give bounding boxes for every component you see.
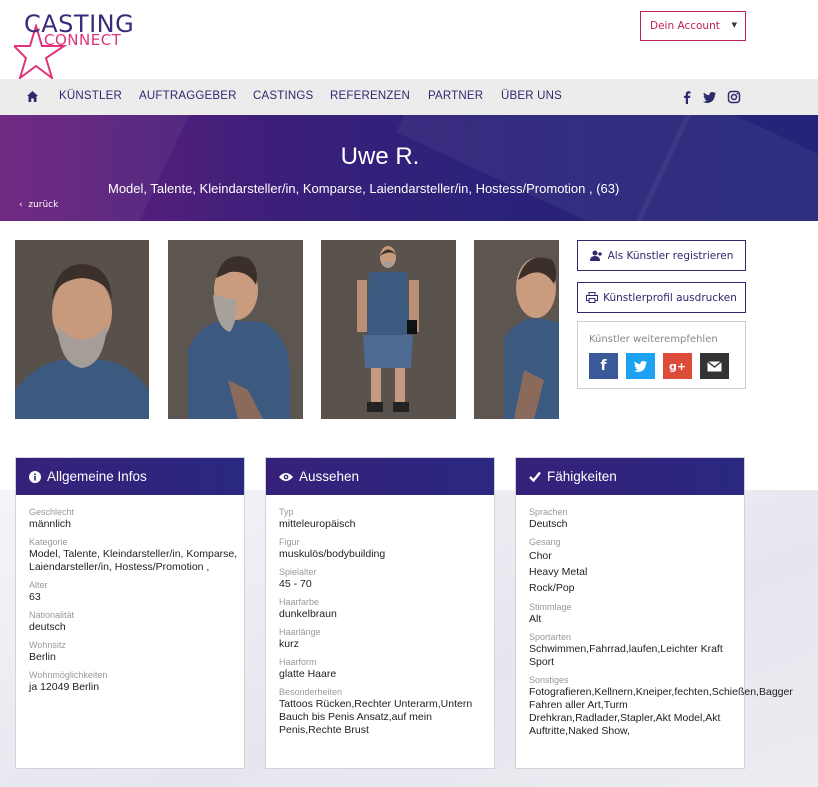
account-dropdown[interactable]: Dein Account ▼	[640, 11, 746, 41]
checkmark-icon	[529, 471, 541, 482]
field-label: Geschlecht	[29, 507, 75, 517]
main-nav: KÜNSTLER AUFTRAGGEBER CASTINGS REFERENZE…	[0, 79, 818, 115]
field-hair-color: dunkelbraun	[279, 608, 337, 620]
field-label: Nationalität	[29, 610, 75, 620]
nav-item-ueber-uns[interactable]: ÜBER UNS	[501, 90, 562, 102]
field-label: Sportarten	[529, 632, 572, 642]
recommend-label: Künstler weiterempfehlen	[589, 334, 718, 345]
field-label: Spielalter	[279, 567, 317, 577]
back-label: zurück	[28, 200, 59, 210]
print-profile-button[interactable]: Künstlerprofil ausdrucken	[577, 282, 746, 313]
field-voice: Alt	[529, 613, 542, 625]
field-label: Haarlänge	[279, 627, 321, 637]
field-special-features: Tattoos Rücken,Rechter Unterarm,Untern B…	[279, 698, 473, 736]
artist-name: Uwe R.	[340, 143, 420, 170]
back-link[interactable]: ‹ zurück	[19, 200, 58, 210]
field-label: Alter	[29, 580, 48, 590]
field-label: Besonderheiten	[279, 687, 343, 697]
field-label: Haarfarbe	[279, 597, 320, 607]
card-general-info-header: Allgemeine Infos	[16, 458, 244, 495]
field-label: Stimmlage	[529, 602, 572, 612]
nav-item-referenzen[interactable]: REFERENZEN	[330, 90, 410, 102]
share-facebook-icon[interactable]: f	[589, 353, 618, 379]
field-label: Figur	[279, 537, 300, 547]
twitter-icon[interactable]	[703, 90, 717, 104]
field-gender: männlich	[29, 518, 72, 530]
artist-photo-profile[interactable]	[168, 240, 303, 419]
card-appearance-header: Aussehen	[266, 458, 494, 495]
home-icon[interactable]	[26, 90, 39, 103]
field-label: Typ	[279, 507, 294, 517]
field-hair-form: glatte Haare	[279, 668, 337, 680]
register-artist-button[interactable]: Als Künstler registrieren	[577, 240, 746, 271]
logo-text-connect: CONNECT	[44, 31, 122, 49]
eye-icon	[279, 472, 293, 481]
card-skills: Fähigkeiten Sprachen Deutsch Gesang Chor…	[515, 457, 793, 769]
field-label: Wohnsitz	[29, 640, 66, 650]
artist-photo-portrait[interactable]	[15, 240, 149, 419]
field-figure: muskulös/bodybuilding	[279, 548, 386, 560]
list-item: Chor	[529, 550, 552, 562]
casting-connect-logo[interactable]: CASTING CONNECT	[14, 10, 134, 80]
artist-categories-age: Model, Talente, Kleindarsteller/in, Komp…	[108, 181, 620, 196]
field-label: Kategorie	[29, 537, 68, 547]
card-appearance-title: Aussehen	[299, 469, 360, 484]
artist-photo-full-body[interactable]	[321, 240, 456, 419]
field-residence: Berlin	[29, 651, 56, 663]
artist-photo-side[interactable]	[474, 240, 559, 419]
card-general-info: Allgemeine Infos Geschlecht männlich Kat…	[15, 457, 245, 769]
card-skills-header: Fähigkeiten	[516, 458, 744, 495]
info-icon	[29, 470, 41, 483]
field-label: Sonstiges	[529, 675, 569, 685]
field-other: Fotografieren,Kellnern,Kneiper,fechten,S…	[529, 686, 793, 737]
account-label: Dein Account	[650, 20, 720, 32]
nav-item-castings[interactable]: CASTINGS	[253, 90, 313, 102]
field-living-options: ja 12049 Berlin	[29, 681, 100, 693]
card-general-info-title: Allgemeine Infos	[47, 469, 147, 484]
site-header: CASTING CONNECT Dein Account ▼	[0, 0, 818, 80]
nav-item-partner[interactable]: PARTNER	[428, 90, 483, 102]
share-google-plus-icon[interactable]: g+	[663, 353, 692, 379]
profile-hero-banner: Uwe R. Model, Talente, Kleindarsteller/i…	[0, 115, 818, 221]
field-label: Haarform	[279, 657, 317, 667]
user-plus-icon	[589, 250, 602, 261]
field-sports: Schwimmen,Fahrrad,laufen,Leichter Kraft …	[529, 643, 723, 668]
share-twitter-icon[interactable]	[626, 353, 655, 379]
chevron-left-icon: ‹	[19, 200, 23, 210]
field-label: Wohnmöglichkeiten	[29, 670, 108, 680]
print-profile-label: Künstlerprofil ausdrucken	[603, 291, 737, 304]
nav-item-auftraggeber[interactable]: AUFTRAGGEBER	[139, 90, 237, 102]
facebook-icon[interactable]	[680, 90, 694, 104]
field-languages: Deutsch	[529, 518, 568, 530]
field-type: mitteleuropäisch	[279, 518, 356, 530]
card-appearance: Aussehen Typ mitteleuropäisch Figur musk…	[265, 457, 495, 769]
register-artist-label: Als Künstler registrieren	[607, 249, 734, 262]
field-nationality: deutsch	[29, 621, 66, 633]
nav-item-kuenstler[interactable]: KÜNSTLER	[59, 90, 122, 102]
print-icon	[586, 292, 599, 303]
list-item: Heavy Metal	[529, 566, 588, 578]
field-age: 63	[29, 591, 41, 603]
field-playing-age: 45 - 70	[279, 578, 312, 590]
list-item: Rock/Pop	[529, 582, 575, 594]
recommend-artist-box: Künstler weiterempfehlen f g+	[577, 321, 746, 389]
field-label: Sprachen	[529, 507, 568, 517]
field-singing: Chor Heavy Metal Rock/Pop	[529, 548, 738, 596]
field-category: Model, Talente, Kleindarsteller/in, Komp…	[29, 548, 238, 573]
field-hair-length: kurz	[279, 638, 299, 650]
share-mail-icon[interactable]	[700, 353, 729, 379]
instagram-icon[interactable]	[727, 90, 741, 104]
chevron-down-icon: ▼	[731, 21, 737, 29]
card-skills-title: Fähigkeiten	[547, 469, 617, 484]
field-label: Gesang	[529, 537, 561, 547]
